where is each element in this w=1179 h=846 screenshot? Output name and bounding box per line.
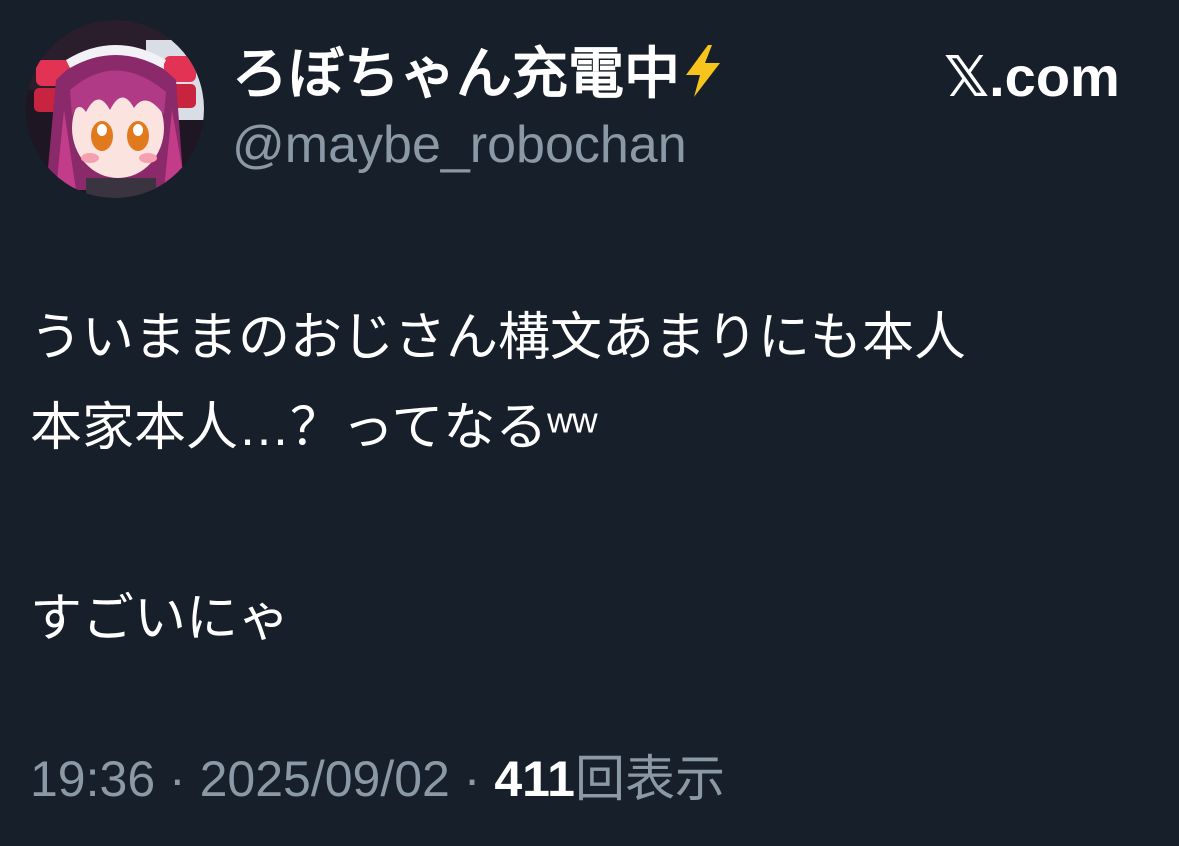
anime-girl-avatar-icon	[26, 20, 204, 198]
avatar[interactable]	[26, 20, 204, 198]
tweet-text-line: 本家本人…？ってなるʷʷ	[30, 399, 598, 457]
lightning-bolt-icon	[682, 43, 724, 114]
display-name-text: ろぼちゃん充電中	[232, 42, 680, 105]
brand-suffix: .com	[989, 45, 1120, 108]
views-count[interactable]: 411	[494, 751, 575, 807]
meta-separator: ·	[463, 751, 481, 807]
tweet-text-line: すごいにゃ	[30, 590, 291, 648]
x-brand-label: 𝕏.com	[944, 44, 1120, 111]
post-date[interactable]: 2025/09/02	[200, 751, 450, 807]
tweet-text-line: ういままのおじさん構文あまりにも本人	[30, 309, 967, 367]
x-logo-icon: 𝕏	[944, 45, 990, 110]
views-label: 回表示	[574, 751, 725, 807]
tweet-meta: 19:36 · 2025/09/02 · 411回表示	[30, 746, 725, 812]
user-handle[interactable]: @maybe_robochan	[232, 112, 687, 178]
meta-separator: ·	[169, 751, 186, 807]
post-time[interactable]: 19:36	[30, 751, 155, 807]
display-name[interactable]: ろぼちゃん充電中	[232, 40, 724, 114]
